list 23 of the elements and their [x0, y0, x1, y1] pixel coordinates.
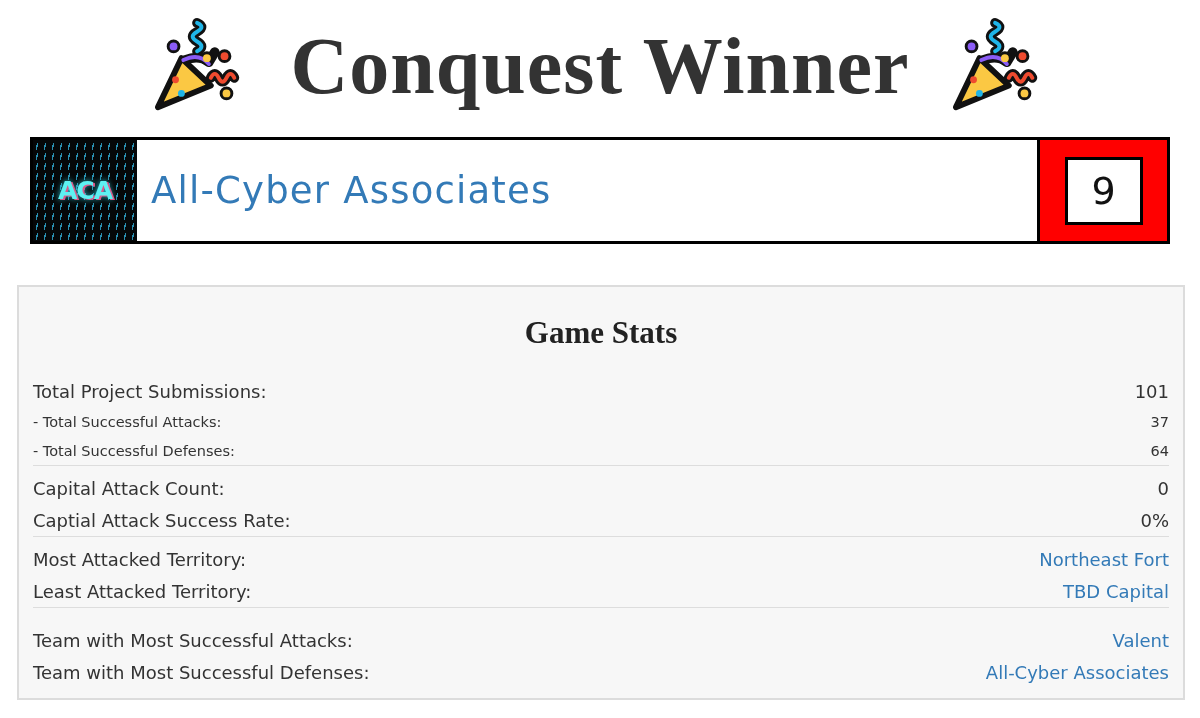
stat-link[interactable]: Valent: [1112, 629, 1169, 651]
stat-link[interactable]: TBD Capital: [1062, 580, 1169, 602]
stat-label: - Total Successful Attacks:: [33, 413, 222, 430]
stat-label: Team with Most Successful Attacks:: [33, 629, 353, 651]
score-box: 9: [1064, 156, 1143, 225]
stat-link[interactable]: Northeast Fort: [1039, 548, 1169, 570]
stat-value: 101: [1134, 380, 1169, 402]
stat-label: - Total Successful Defenses:: [33, 442, 235, 459]
logo-text: ACA: [57, 176, 112, 205]
stat-label: Team with Most Successful Defenses:: [33, 661, 370, 683]
stat-label: Captial Attack Success Rate:: [33, 509, 291, 531]
stat-value: 37: [1150, 413, 1169, 430]
stat-label: Capital Attack Count:: [33, 477, 225, 499]
stat-label: Most Attacked Territory:: [33, 548, 247, 570]
stat-label: Total Project Submissions:: [33, 380, 267, 402]
panel-title: Game Stats: [523, 314, 679, 352]
team-name-link[interactable]: All-Cyber Associates: [151, 169, 1037, 212]
stat-value: 64: [1150, 442, 1169, 459]
page-title: Conquest Winner: [290, 20, 910, 112]
stat-value: 0%: [1140, 509, 1169, 531]
stat-value: 0: [1157, 477, 1169, 499]
stat-label: Least Attacked Territory:: [33, 580, 252, 602]
stat-link[interactable]: All-Cyber Associates: [985, 661, 1169, 683]
